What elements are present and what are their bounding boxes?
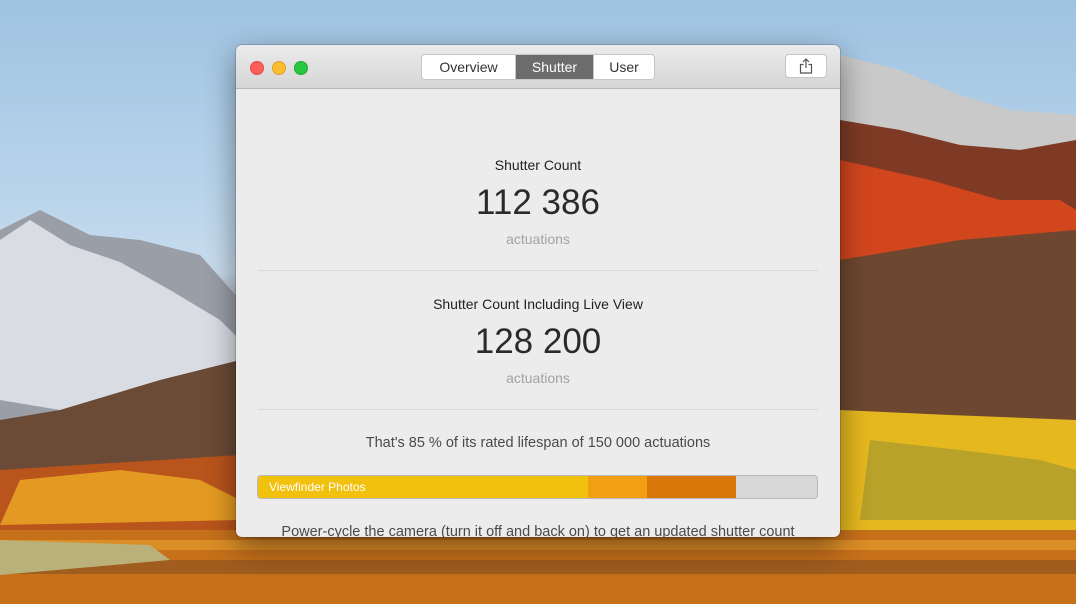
lifespan-progress-bar: Viewfinder Photos bbox=[257, 475, 818, 499]
shutter-panel: Shutter Count 112 386 actuations Shutter… bbox=[236, 89, 840, 537]
tab-overview[interactable]: Overview bbox=[422, 55, 516, 79]
titlebar: Overview Shutter User bbox=[236, 45, 840, 89]
maximize-window-button[interactable] bbox=[294, 61, 308, 75]
shutter-count-unit: actuations bbox=[506, 231, 570, 247]
tab-user[interactable]: User bbox=[594, 55, 654, 79]
shutter-count-live-unit: actuations bbox=[506, 370, 570, 386]
progress-segment-1 bbox=[588, 476, 647, 498]
divider bbox=[258, 270, 818, 271]
tab-shutter[interactable]: Shutter bbox=[516, 55, 594, 79]
power-cycle-note: Power-cycle the camera (turn it off and … bbox=[281, 524, 795, 537]
divider bbox=[258, 409, 818, 410]
share-button[interactable] bbox=[785, 54, 827, 78]
tab-segmented-control: Overview Shutter User bbox=[421, 54, 655, 80]
share-icon bbox=[799, 58, 813, 74]
shutter-count-live-title: Shutter Count Including Live View bbox=[433, 296, 643, 312]
lifespan-summary: That's 85 % of its rated lifespan of 150… bbox=[365, 435, 711, 451]
shutter-count-value: 112 386 bbox=[476, 183, 600, 222]
minimize-window-button[interactable] bbox=[272, 61, 286, 75]
close-window-button[interactable] bbox=[250, 61, 264, 75]
app-window: Overview Shutter User Shutter Count 112 … bbox=[236, 45, 840, 537]
shutter-count-title: Shutter Count bbox=[494, 157, 582, 173]
progress-bar-label: Viewfinder Photos bbox=[269, 480, 366, 494]
shutter-count-live-value: 128 200 bbox=[474, 322, 602, 361]
progress-segment-2 bbox=[647, 476, 736, 498]
